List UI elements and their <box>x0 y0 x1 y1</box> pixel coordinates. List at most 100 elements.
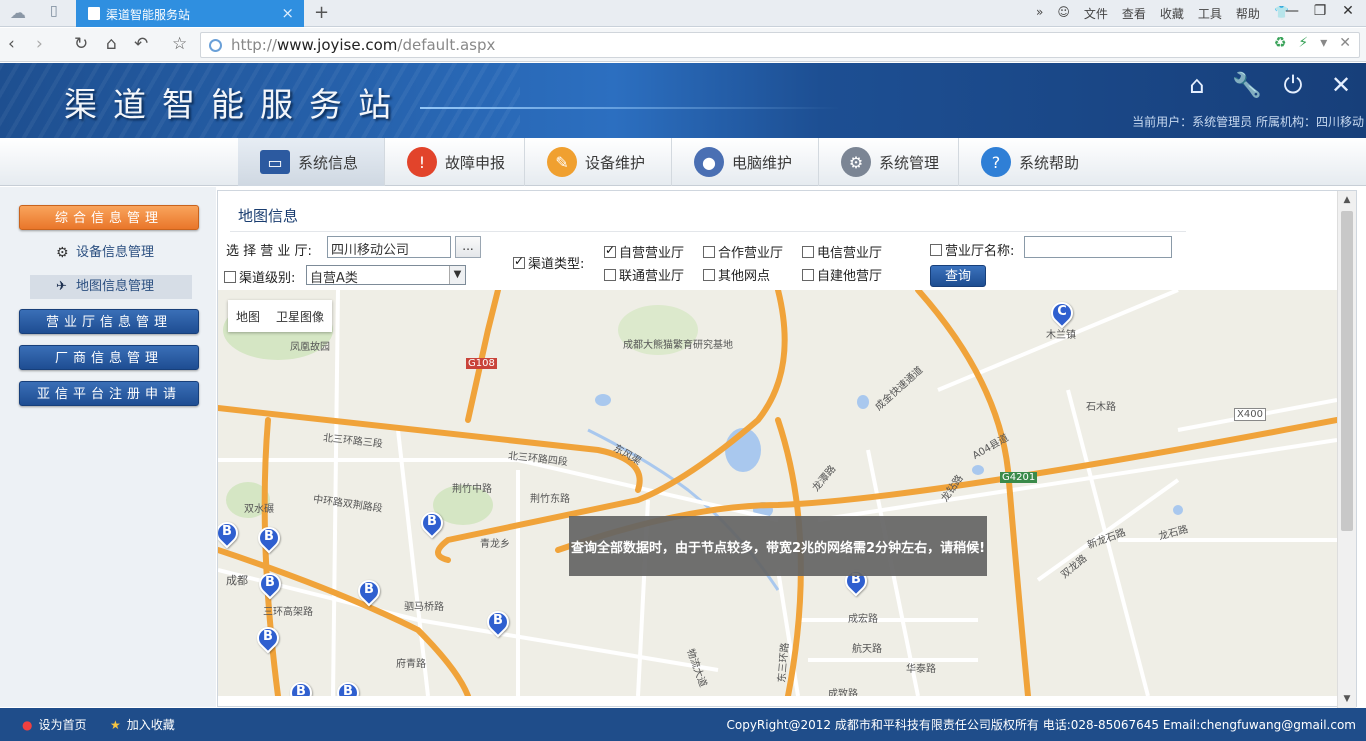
query-button[interactable]: 查询 <box>930 265 986 287</box>
minimize-icon[interactable]: — <box>1278 0 1306 24</box>
type-option-telecom[interactable]: 电信营业厅 <box>802 242 882 261</box>
close-tab-icon[interactable]: × <box>281 4 294 22</box>
phone-icon[interactable]: ▯ <box>50 3 64 23</box>
user-icon[interactable]: ☺ <box>1057 5 1070 22</box>
close-icon[interactable]: ✕ <box>1328 71 1354 99</box>
map-marker[interactable]: B <box>218 517 243 552</box>
checkbox[interactable] <box>703 269 715 281</box>
back-icon[interactable]: ‹ <box>8 34 15 54</box>
satellite-tab[interactable]: 卫星图像 <box>268 308 332 325</box>
more-menu[interactable]: » <box>1036 5 1043 22</box>
type-option-other[interactable]: 其他网点 <box>703 265 770 284</box>
map-marker[interactable]: B <box>252 622 284 657</box>
menu-help[interactable]: 帮助 <box>1236 5 1260 22</box>
wrench-icon[interactable]: 🔧 <box>1232 71 1262 99</box>
sidebar-asiainfo-register[interactable]: 亚信平台注册申请 <box>19 381 199 406</box>
menu-file[interactable]: 文件 <box>1084 5 1108 22</box>
level-checkbox[interactable] <box>224 271 236 283</box>
page-title: 地图信息 <box>238 207 299 225</box>
sidebar-vendor-info[interactable]: 厂商信息管理 <box>19 345 199 370</box>
home-icon[interactable]: ⌂ <box>1184 71 1210 99</box>
sidebar-shop-info[interactable]: 营业厅信息管理 <box>19 309 199 334</box>
restore-icon[interactable]: ❐ <box>1306 0 1334 24</box>
browse-button[interactable]: ... <box>455 236 481 258</box>
lightning-icon[interactable]: ⚡ <box>1298 35 1308 51</box>
checkbox[interactable] <box>703 246 715 258</box>
map-marker[interactable]: B <box>332 677 364 696</box>
map-marker[interactable]: C <box>1046 297 1078 332</box>
dropdown-icon[interactable]: ▾ <box>1320 35 1327 51</box>
menu-tools[interactable]: 工具 <box>1198 5 1222 22</box>
scrollbar-thumb[interactable] <box>1341 211 1353 531</box>
checkbox[interactable] <box>604 243 616 258</box>
power-icon[interactable]: ⏻ <box>1280 71 1306 99</box>
browser-toolbar: ‹ › ↻ ⌂ ↶ ☆ http://www.joyise.com/defaul… <box>0 28 1366 62</box>
checkbox[interactable] <box>802 269 814 281</box>
window-close-icon[interactable]: ✕ <box>1334 0 1362 24</box>
tab-title: 渠道智能服务站 <box>106 8 191 22</box>
new-tab-button[interactable]: + <box>314 2 329 23</box>
map-roads <box>218 290 1337 696</box>
chevron-down-icon: ▼ <box>449 266 465 284</box>
map-marker[interactable]: B <box>253 522 285 557</box>
forward-icon[interactable]: › <box>36 34 43 54</box>
select-shop-label: 选 择 营 业 厅: <box>226 244 312 259</box>
banner-glow <box>420 107 840 109</box>
map-tab[interactable]: 地图 <box>228 308 268 325</box>
title-divider <box>230 231 1186 232</box>
undo-icon[interactable]: ↶ <box>134 34 148 54</box>
level-select[interactable]: 自营A类 ▼ <box>306 265 466 286</box>
star-icon[interactable]: ☆ <box>172 34 187 54</box>
map-place-label: 华泰路 <box>906 664 936 675</box>
nav-system-management[interactable]: ⚙ 系统管理 <box>819 138 959 186</box>
refresh-icon[interactable]: ↻ <box>74 34 88 54</box>
browser-tab[interactable]: 渠道智能服务站 × <box>76 0 304 27</box>
scroll-down-icon[interactable]: ▼ <box>1338 694 1356 704</box>
sidebar-item-label: 设备信息管理 <box>76 245 155 260</box>
map-marker[interactable]: B <box>353 575 385 610</box>
set-home-link[interactable]: ● 设为首页 <box>22 716 87 733</box>
option-label: 合作营业厅 <box>718 246 784 261</box>
clear-icon[interactable]: ✕ <box>1339 35 1351 51</box>
nav-fault-report[interactable]: ! 故障申报 <box>385 138 525 186</box>
sidebar-item-label: 地图信息管理 <box>76 279 155 294</box>
browser-tabbar: ☁ ▯ 渠道智能服务站 × + » ☺ 文件 查看 收藏 工具 帮助 👕 — ❐… <box>0 0 1366 27</box>
cloud-icon[interactable]: ☁ <box>10 4 36 22</box>
help-icon: ? <box>981 147 1011 177</box>
nav-pc-maintenance[interactable]: ● 电脑维护 <box>672 138 819 186</box>
map-view[interactable]: 地图 卫星图像 成都大熊猫繁育研究基地 凤凰故园 北三环路三段 北三环路四段 东… <box>218 290 1337 696</box>
shop-input[interactable]: 四川移动公司 <box>327 236 451 258</box>
scrollbar[interactable]: ▲ ▼ <box>1337 191 1356 708</box>
sidebar-comprehensive-info[interactable]: 综合信息管理 <box>19 205 199 230</box>
map-marker[interactable]: B <box>482 606 514 641</box>
map-marker[interactable]: B <box>285 677 317 696</box>
nav-device-maintenance[interactable]: ✎ 设备维护 <box>525 138 672 186</box>
type-option-unicom[interactable]: 联通营业厅 <box>604 265 684 284</box>
menu-view[interactable]: 查看 <box>1122 5 1146 22</box>
sidebar-device-info[interactable]: ⚙ 设备信息管理 <box>30 241 192 265</box>
name-checkbox[interactable] <box>930 244 942 256</box>
recycle-icon[interactable]: ♻ <box>1274 35 1287 51</box>
map-marker[interactable]: B <box>416 507 448 542</box>
map-place-label: 驷马桥路 <box>404 602 444 613</box>
name-label: 营业厅名称: <box>945 244 1015 259</box>
type-option-self-built[interactable]: 自建他营厅 <box>802 265 882 284</box>
menu-favorites[interactable]: 收藏 <box>1160 5 1184 22</box>
name-filter: 营业厅名称: <box>930 240 1014 259</box>
add-favorite-link[interactable]: ★ 加入收藏 <box>110 716 175 733</box>
nav-system-info[interactable]: ▭ 系统信息 <box>238 138 385 186</box>
type-option-self[interactable]: 自营营业厅 <box>604 242 684 261</box>
type-option-coop[interactable]: 合作营业厅 <box>703 242 783 261</box>
map-marker[interactable]: B <box>254 568 286 603</box>
nav-system-help[interactable]: ? 系统帮助 <box>959 138 1099 186</box>
type-checkbox[interactable] <box>513 254 525 269</box>
sidebar-map-info[interactable]: ✈ 地图信息管理 <box>30 275 192 299</box>
shop-name-input[interactable] <box>1024 236 1172 258</box>
plane-icon: ✈ <box>56 279 67 294</box>
scroll-up-icon[interactable]: ▲ <box>1338 195 1356 205</box>
map-place-label: 府青路 <box>396 659 426 670</box>
address-bar[interactable]: http://www.joyise.com/default.aspx ♻ ⚡ ▾… <box>200 32 1360 58</box>
checkbox[interactable] <box>604 269 616 281</box>
checkbox[interactable] <box>802 246 814 258</box>
home-browser-icon[interactable]: ⌂ <box>106 34 117 54</box>
